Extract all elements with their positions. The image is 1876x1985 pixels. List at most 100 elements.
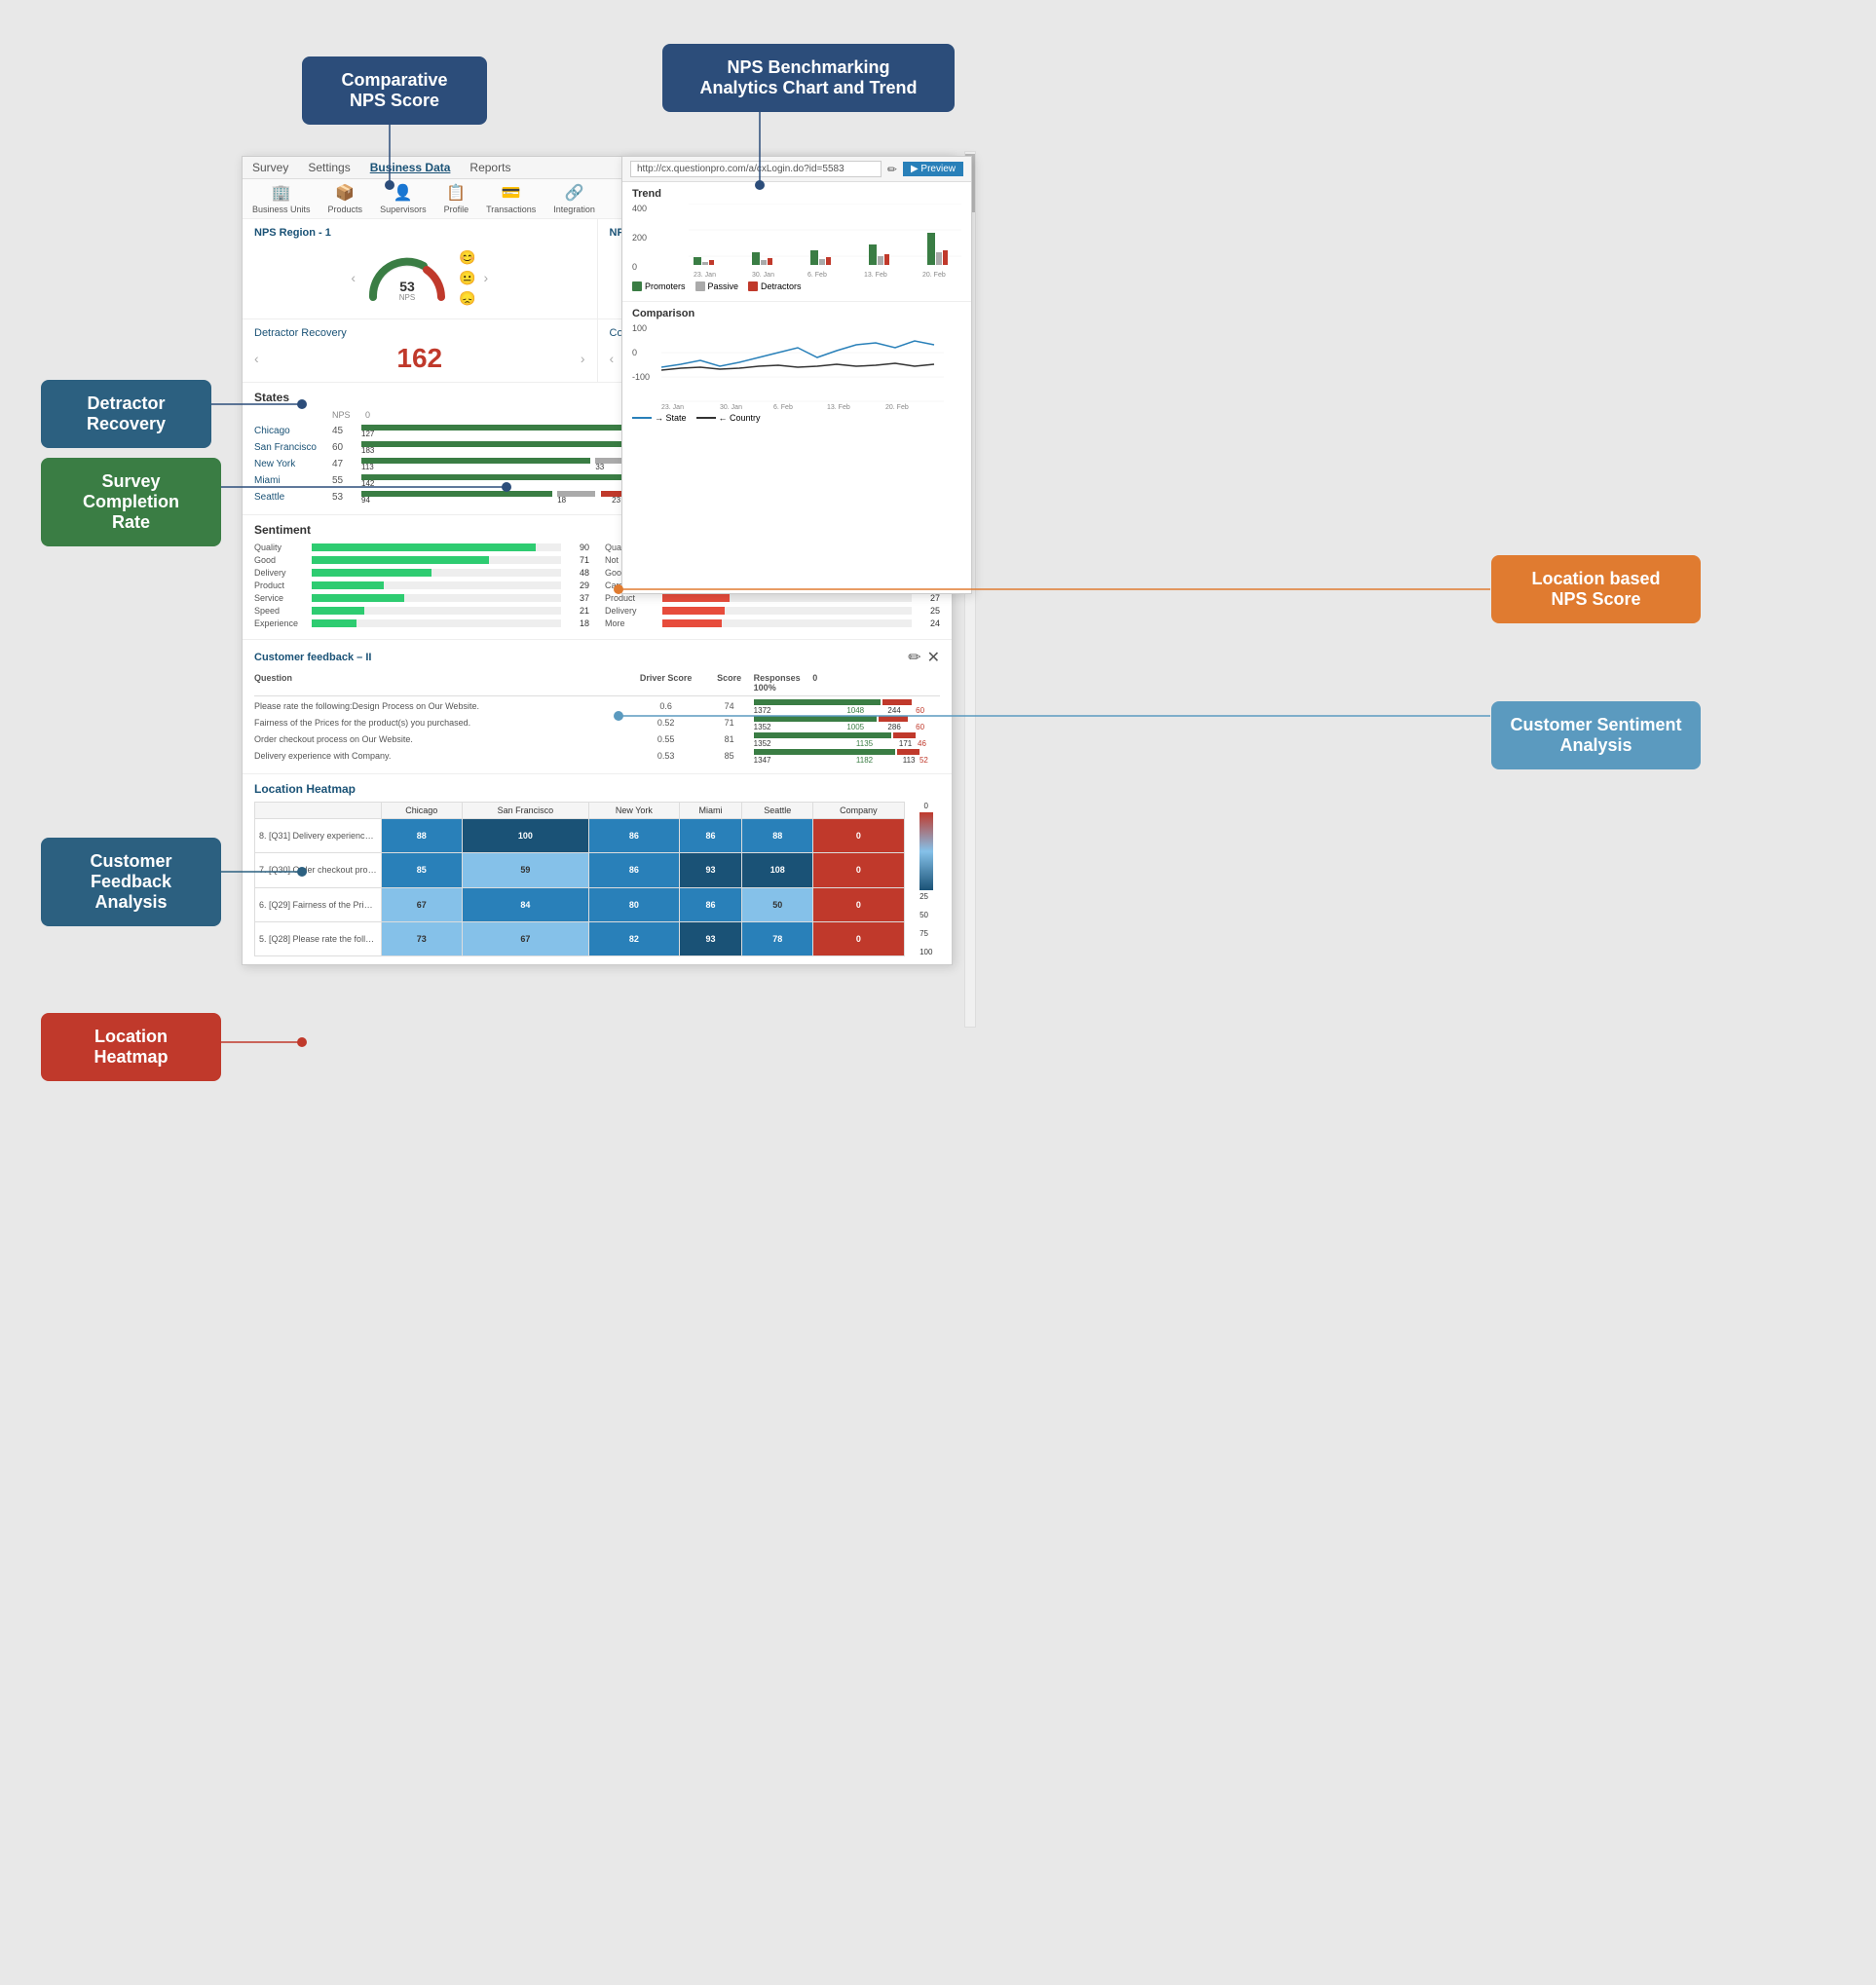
icon-transactions-label: Transactions bbox=[486, 205, 536, 214]
svg-text:23. Jan: 23. Jan bbox=[661, 404, 684, 411]
icon-business-units-label: Business Units bbox=[252, 205, 311, 214]
sentiment-positive: Quality 90 Good 71 Deliver bbox=[254, 543, 589, 631]
supervisors-icon: 👤 bbox=[394, 183, 413, 203]
svg-text:53: 53 bbox=[399, 279, 415, 294]
completion-prev[interactable]: ‹ bbox=[610, 351, 615, 366]
icon-transactions[interactable]: 💳 Transactions bbox=[486, 183, 536, 214]
sent-speed-bar bbox=[312, 607, 561, 615]
sent-experience: Experience 18 bbox=[254, 618, 589, 628]
feedback-section: Customer feedback – II ✏ ✕ Question Driv… bbox=[243, 640, 952, 774]
icon-supervisors-label: Supervisors bbox=[380, 205, 427, 214]
icon-products-label: Products bbox=[328, 205, 363, 214]
label-comparative-text: Comparative NPS Score bbox=[341, 70, 447, 110]
nps-bench-card: ✏ ▶ Preview Trend 400 200 0 bbox=[621, 156, 972, 594]
passive-dot bbox=[695, 281, 705, 291]
bench-preview-btn[interactable]: ▶ Preview bbox=[903, 162, 963, 176]
sent-r-more-bar bbox=[662, 619, 912, 627]
label-heatmap-text: Location Heatmap bbox=[94, 1027, 168, 1067]
region-1-gauge: ‹ 53 NPS bbox=[254, 244, 585, 311]
label-comparative-nps: Comparative NPS Score bbox=[302, 56, 487, 125]
feedback-actions: ✏ ✕ bbox=[908, 648, 940, 667]
comparison-chart: 23. Jan 30. Jan 6. Feb 13. Feb 20. Feb bbox=[661, 323, 944, 411]
sent-good-bar bbox=[312, 556, 561, 564]
svg-text:6. Feb: 6. Feb bbox=[807, 272, 827, 279]
heatmap-content: Chicago San Francisco New York Miami Sea… bbox=[254, 802, 940, 956]
fb-resp-4: 1347 1182 113 52 bbox=[754, 749, 940, 763]
transactions-icon: 💳 bbox=[502, 183, 521, 203]
label-survey-text: Survey Completion Rate bbox=[83, 471, 179, 532]
svg-text:23. Jan: 23. Jan bbox=[694, 272, 716, 279]
feedback-header: Customer feedback – II ✏ ✕ bbox=[254, 648, 940, 667]
bench-edit-icon[interactable]: ✏ bbox=[887, 163, 897, 176]
country-line-icon bbox=[696, 414, 716, 422]
nav-survey[interactable]: Survey bbox=[252, 161, 288, 174]
detractor-next[interactable]: › bbox=[581, 351, 585, 366]
promoters-dot bbox=[632, 281, 642, 291]
heatmap-row-4: 5. [Q28] Please rate the following: Des.… bbox=[255, 921, 905, 955]
legend-detractors: Detractors bbox=[748, 281, 802, 291]
fb-row-4: Delivery experience with Company. 0.53 8… bbox=[254, 749, 940, 763]
heatmap-legend: 0 25 50 75 100 bbox=[913, 802, 940, 956]
detractor-value-row: ‹ 162 › bbox=[254, 343, 585, 374]
icon-integration[interactable]: 🔗 Integration bbox=[553, 183, 595, 214]
label-nps-bench-text: NPS Benchmarking Analytics Chart and Tre… bbox=[699, 57, 917, 97]
heatmap-section: Location Heatmap Chicago San Francisco N… bbox=[243, 774, 952, 964]
label-feedback: Customer Feedback Analysis bbox=[41, 838, 221, 926]
svg-text:13. Feb: 13. Feb bbox=[827, 404, 850, 411]
trend-section: Trend 400 200 0 bbox=[622, 182, 971, 302]
state-line-icon bbox=[632, 414, 652, 422]
feedback-title: Customer feedback – II bbox=[254, 652, 371, 663]
detractor-recovery-title: Detractor Recovery bbox=[254, 327, 585, 339]
svg-text:13. Feb: 13. Feb bbox=[864, 272, 887, 279]
trend-title: Trend bbox=[632, 188, 961, 200]
sent-service: Service 37 bbox=[254, 593, 589, 603]
bench-url-input[interactable] bbox=[630, 161, 882, 177]
sent-product: Product 29 bbox=[254, 581, 589, 590]
detractor-recovery-card: Detractor Recovery ‹ 162 › bbox=[243, 319, 598, 382]
icon-business-units[interactable]: 🏢 Business Units bbox=[252, 183, 311, 214]
sent-speed: Speed 21 bbox=[254, 606, 589, 616]
integration-icon: 🔗 bbox=[565, 183, 584, 203]
region-1-next[interactable]: › bbox=[483, 270, 488, 285]
region-1-prev[interactable]: ‹ bbox=[351, 270, 356, 285]
comp-legend-state: → State bbox=[632, 413, 687, 423]
heatmap-title: Location Heatmap bbox=[254, 782, 940, 796]
label-nps-bench: NPS Benchmarking Analytics Chart and Tre… bbox=[662, 44, 955, 112]
label-detractor: Detractor Recovery bbox=[41, 380, 211, 448]
fb-resp-1: 1372 1048 244 60 bbox=[754, 699, 940, 713]
icon-profile[interactable]: 📋 Profile bbox=[444, 183, 469, 214]
detractor-value: 162 bbox=[396, 343, 442, 374]
comp-legend: → State ← Country bbox=[632, 413, 961, 423]
gauge-1-svg: 53 NPS bbox=[363, 248, 451, 302]
fb-resp-2: 1352 1005 286 60 bbox=[754, 716, 940, 730]
nav-business-data[interactable]: Business Data bbox=[370, 161, 451, 174]
feedback-close-icon[interactable]: ✕ bbox=[927, 648, 940, 667]
label-detractor-text: Detractor Recovery bbox=[87, 393, 166, 433]
nav-settings[interactable]: Settings bbox=[308, 161, 350, 174]
sent-delivery-bar bbox=[312, 569, 561, 577]
feedback-table: Question Driver Score Score Responses 0 … bbox=[254, 673, 940, 763]
feedback-table-header: Question Driver Score Score Responses 0 … bbox=[254, 673, 940, 696]
label-location-text: Location based NPS Score bbox=[1531, 569, 1660, 609]
heatmap-col-ny: New York bbox=[589, 803, 679, 819]
icon-products[interactable]: 📦 Products bbox=[328, 183, 363, 214]
heatmap-row-1: 8. [Q31] Delivery experience with Vista.… bbox=[255, 819, 905, 853]
nav-reports[interactable]: Reports bbox=[469, 161, 510, 174]
sent-quality-bar bbox=[312, 543, 561, 551]
sent-r-product: Product 27 bbox=[605, 593, 940, 603]
icon-supervisors[interactable]: 👤 Supervisors bbox=[380, 183, 427, 214]
feedback-edit-icon[interactable]: ✏ bbox=[908, 648, 920, 667]
legend-passive: Passive bbox=[695, 281, 739, 291]
icon-integration-label: Integration bbox=[553, 205, 595, 214]
business-units-icon: 🏢 bbox=[272, 183, 291, 203]
profile-icon: 📋 bbox=[446, 183, 466, 203]
trend-chart: 23. Jan 30. Jan 6. Feb 13. Feb 20. Feb bbox=[689, 204, 961, 281]
heatmap-col-label bbox=[255, 803, 382, 819]
sent-quality: Quality 90 bbox=[254, 543, 589, 552]
detractor-prev[interactable]: ‹ bbox=[254, 351, 259, 366]
legend-promoters: Promoters bbox=[632, 281, 686, 291]
sent-r-delivery-bar bbox=[662, 607, 912, 615]
comparison-title: Comparison bbox=[632, 308, 961, 319]
sent-r-more: More 24 bbox=[605, 618, 940, 628]
label-survey: Survey Completion Rate bbox=[41, 458, 221, 546]
